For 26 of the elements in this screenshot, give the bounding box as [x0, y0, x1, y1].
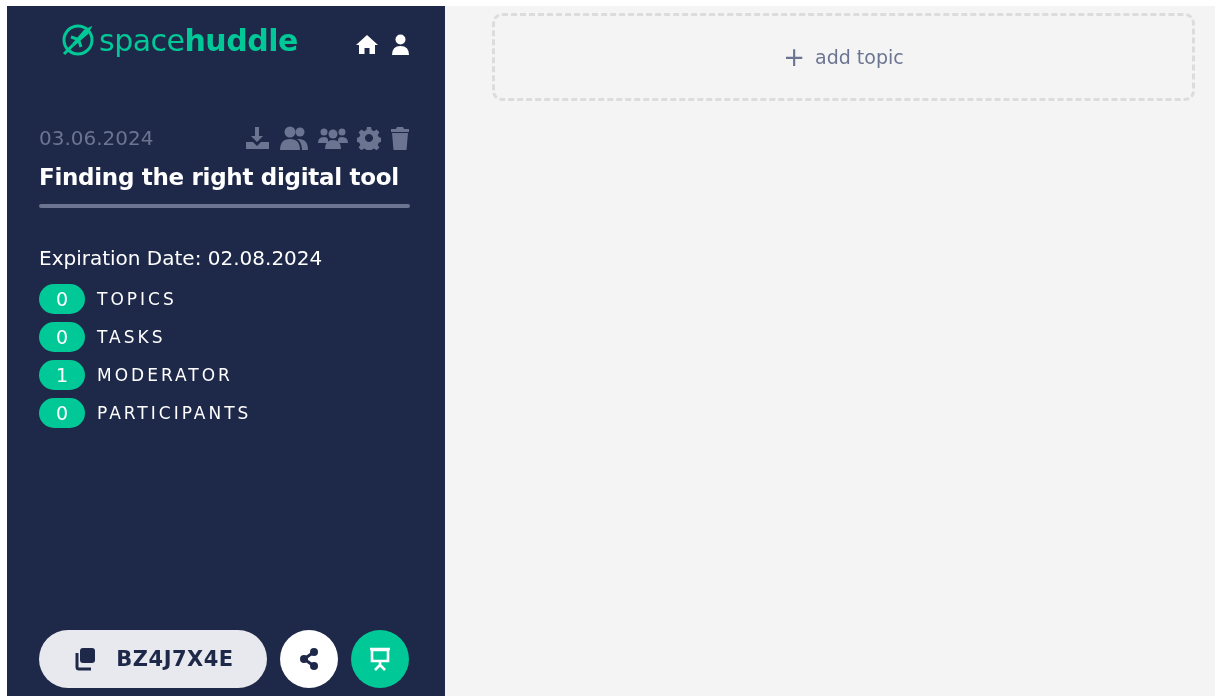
session-date: 03.06.2024: [39, 126, 155, 150]
share-button[interactable]: [280, 630, 338, 688]
share-icon: [298, 648, 320, 670]
stat-label: PARTICIPANTS: [97, 403, 252, 423]
app-logo-text: spacehuddle: [99, 22, 298, 58]
download-icon[interactable]: [245, 126, 270, 150]
rocket-logo-icon: [61, 23, 95, 57]
stat-label: TASKS: [97, 327, 166, 347]
settings-icon[interactable]: [357, 126, 381, 150]
stat-label: TOPICS: [97, 289, 177, 309]
count-pill: 1: [39, 360, 85, 390]
session-code-button[interactable]: BZ4J7X4E: [39, 630, 267, 688]
group-icon[interactable]: [318, 127, 348, 149]
expiration-date: Expiration Date: 02.08.2024: [39, 246, 324, 270]
count-pill: 0: [39, 398, 85, 428]
session-title: Finding the right digital tool: [39, 164, 400, 190]
count-pill: 0: [39, 322, 85, 352]
home-icon[interactable]: [355, 33, 379, 55]
add-topic-button[interactable]: + add topic: [492, 13, 1195, 101]
presentation-icon: [368, 647, 392, 671]
stat-label: MODERATOR: [97, 365, 233, 385]
user-icon[interactable]: [391, 33, 410, 55]
users-icon[interactable]: [279, 126, 309, 150]
delete-icon[interactable]: [390, 126, 410, 150]
presentation-button[interactable]: [351, 630, 409, 688]
count-pill: 0: [39, 284, 85, 314]
